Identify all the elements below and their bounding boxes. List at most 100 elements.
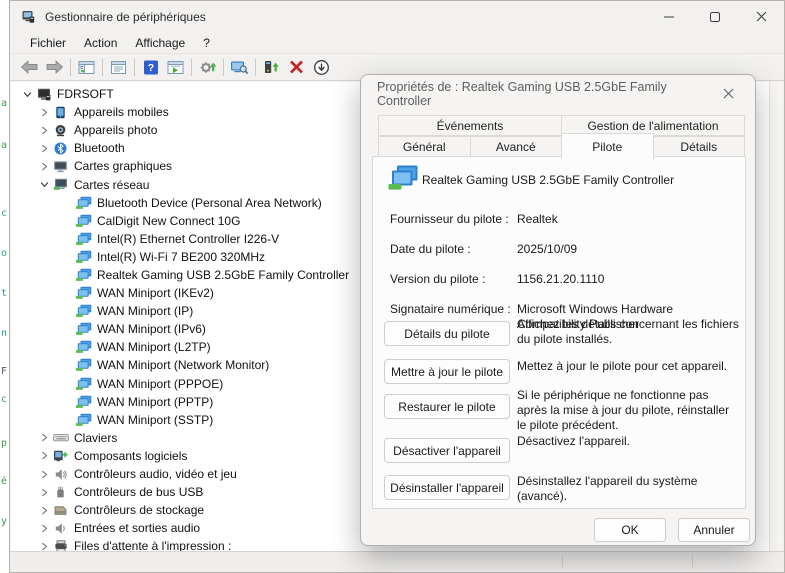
network-adapter-icon bbox=[75, 268, 92, 282]
properties-dialog: Propriétés de : Realtek Gaming USB 2.5Gb… bbox=[360, 74, 756, 546]
background-text-fragment: a bbox=[1, 98, 7, 109]
menu-affichage[interactable]: Affichage bbox=[126, 34, 194, 52]
tree-item-label: Appareils mobiles bbox=[74, 105, 169, 119]
dialog-close-button[interactable] bbox=[717, 83, 739, 105]
chevron-right-icon[interactable] bbox=[36, 162, 52, 171]
storage-controller-icon bbox=[52, 503, 69, 517]
tree-item-label: Contrôleurs de bus USB bbox=[74, 485, 203, 499]
update-driver-toolbar-button[interactable] bbox=[259, 56, 284, 79]
chevron-right-icon[interactable] bbox=[36, 524, 52, 533]
desactiver-l-appareil-button[interactable]: Désactiver l'appareil bbox=[384, 438, 510, 463]
chevron-down-icon[interactable] bbox=[36, 180, 52, 189]
tree-item-label: FDRSOFT bbox=[57, 87, 114, 101]
driver-tab-page: Realtek Gaming USB 2.5GbE Family Control… bbox=[372, 156, 746, 509]
chevron-right-icon[interactable] bbox=[36, 451, 52, 460]
keyboard-icon bbox=[52, 431, 69, 445]
device-manager-app-icon bbox=[21, 10, 36, 25]
field-value-date-du-pilote: 2025/10/09 bbox=[517, 242, 741, 257]
field-value-fournisseur-du-pilote: Realtek bbox=[517, 212, 741, 227]
device-name: Realtek Gaming USB 2.5GbE Family Control… bbox=[422, 173, 674, 187]
background-text-fragment: y bbox=[1, 516, 7, 527]
help-toolbar-button[interactable]: ? bbox=[138, 56, 163, 79]
disable-device-toolbar-button[interactable] bbox=[309, 56, 334, 79]
ok-button[interactable]: OK bbox=[594, 518, 666, 542]
desactiver-l-appareil-description: Désactivez l'appareil. bbox=[517, 434, 741, 449]
forward-toolbar-button[interactable] bbox=[42, 56, 67, 79]
tree-item-label: Intel(R) Wi-Fi 7 BE200 320MHz bbox=[97, 250, 265, 264]
chevron-right-icon[interactable] bbox=[36, 470, 52, 479]
properties-toolbar-button[interactable] bbox=[106, 56, 131, 79]
maximize-button[interactable] bbox=[692, 1, 738, 33]
scan-hardware-toolbar-button[interactable] bbox=[195, 56, 220, 79]
tab-row-front: GénéralAvancéPiloteDétails bbox=[378, 136, 745, 157]
network-adapter-icon bbox=[75, 358, 92, 372]
minimize-button[interactable] bbox=[646, 1, 692, 33]
remote-computer-toolbar-button[interactable] bbox=[227, 56, 252, 79]
camera-icon bbox=[52, 123, 69, 137]
mettre-a-jour-le-pilote-description: Mettez à jour le pilote pour cet apparei… bbox=[517, 359, 741, 374]
background-window-sliver: aacotnFcpéy bbox=[0, 0, 9, 573]
bluetooth-icon bbox=[52, 141, 69, 155]
close-button[interactable] bbox=[738, 1, 784, 33]
cancel-button[interactable]: Annuler bbox=[678, 518, 750, 542]
tree-item-label: WAN Miniport (SSTP) bbox=[97, 413, 213, 427]
disable-device-icon bbox=[313, 59, 330, 76]
audio-controller-icon bbox=[52, 467, 69, 481]
tree-item-label: Cartes graphiques bbox=[74, 159, 172, 173]
toolbar-separator bbox=[134, 59, 135, 76]
background-text-fragment: o bbox=[1, 248, 7, 259]
chevron-right-icon[interactable] bbox=[36, 144, 52, 153]
chevron-right-icon[interactable] bbox=[36, 488, 52, 497]
network-adapter-icon bbox=[75, 250, 92, 264]
properties-icon bbox=[110, 60, 127, 75]
network-adapter-icon bbox=[75, 286, 92, 300]
menu-fichier[interactable]: Fichier bbox=[21, 34, 75, 52]
toolbar-separator bbox=[102, 59, 103, 76]
mettre-a-jour-le-pilote-button[interactable]: Mettre à jour le pilote bbox=[384, 359, 510, 384]
tree-item-label: Claviers bbox=[74, 431, 117, 445]
chevron-right-icon[interactable] bbox=[36, 108, 52, 117]
network-adapter-icon bbox=[75, 232, 92, 246]
export-list-toolbar-button[interactable] bbox=[163, 56, 188, 79]
menu-action[interactable]: Action bbox=[75, 34, 126, 52]
chevron-right-icon[interactable] bbox=[36, 126, 52, 135]
chevron-right-icon[interactable] bbox=[36, 506, 52, 515]
tab-general[interactable]: Général bbox=[378, 136, 471, 157]
toolbar-separator bbox=[255, 59, 256, 76]
network-adapter-icon bbox=[75, 340, 92, 354]
tree-item-label: WAN Miniport (IKEv2) bbox=[97, 286, 214, 300]
tab-details[interactable]: Détails bbox=[653, 136, 746, 157]
field-label-date-du-pilote: Date du pilote : bbox=[390, 242, 516, 257]
restaurer-le-pilote-button[interactable]: Restaurer le pilote bbox=[384, 394, 510, 419]
usb-controller-icon bbox=[52, 485, 69, 499]
tree-item-label: WAN Miniport (Network Monitor) bbox=[97, 358, 269, 372]
uninstall-device-toolbar-button[interactable] bbox=[284, 56, 309, 79]
tree-item-label: Bluetooth Device (Personal Area Network) bbox=[97, 196, 322, 210]
network-adapter-icon-large bbox=[387, 164, 419, 197]
tab-pilote[interactable]: Pilote bbox=[561, 133, 654, 160]
chevron-right-icon[interactable] bbox=[36, 542, 52, 551]
details-du-pilote-button[interactable]: Détails du pilote bbox=[384, 321, 510, 346]
desinstaller-l-appareil-description: Désinstallez l'appareil du système (avan… bbox=[517, 474, 741, 504]
desinstaller-l-appareil-button[interactable]: Désinstaller l'appareil bbox=[384, 475, 510, 500]
network-adapter-icon bbox=[75, 413, 92, 427]
back-toolbar-button[interactable] bbox=[17, 56, 42, 79]
console-tree-toolbar-button[interactable] bbox=[74, 56, 99, 79]
menu-[interactable]: ? bbox=[194, 34, 219, 52]
chevron-right-icon[interactable] bbox=[36, 433, 52, 442]
tab-evenements[interactable]: Événements bbox=[378, 115, 562, 136]
chevron-down-icon[interactable] bbox=[19, 90, 35, 99]
tree-item-label: Contrôleurs de stockage bbox=[74, 503, 204, 517]
vertical-scrollbar[interactable] bbox=[769, 82, 783, 551]
dialog-close-icon bbox=[723, 87, 734, 102]
field-label-version-du-pilote: Version du pilote : bbox=[390, 272, 516, 287]
mobile-device-icon bbox=[52, 105, 69, 119]
tab-avance[interactable]: Avancé bbox=[470, 136, 563, 157]
background-text-fragment: n bbox=[1, 328, 7, 339]
title-bar: Gestionnaire de périphériques bbox=[10, 1, 784, 33]
network-adapter-icon bbox=[75, 214, 92, 228]
details-du-pilote-description: Affichez les détails concernant les fich… bbox=[517, 317, 741, 347]
tree-item-label: WAN Miniport (IPv6) bbox=[97, 322, 206, 336]
background-text-fragment: F bbox=[1, 366, 7, 377]
network-category-icon bbox=[52, 178, 69, 192]
